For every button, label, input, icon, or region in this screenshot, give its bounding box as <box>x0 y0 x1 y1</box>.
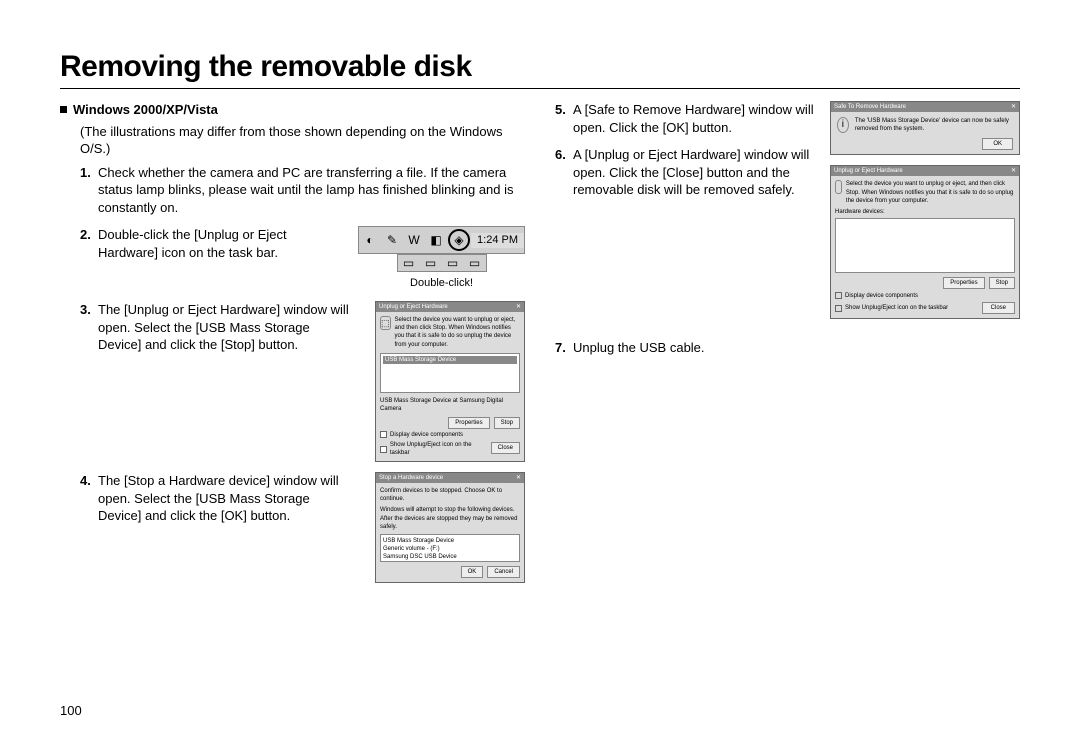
close-icon: ✕ <box>1011 167 1016 175</box>
step-2-row: 2. Double-click the [Unplug or Eject Har… <box>60 226 525 291</box>
step-number: 5. <box>555 101 573 136</box>
tray-icon: W <box>404 230 424 250</box>
tray-icon: ◧ <box>426 230 446 250</box>
close-icon: ✕ <box>516 303 521 311</box>
dialog-titlebar: Unplug or Eject Hardware ✕ <box>831 166 1019 176</box>
tray-icon: ▭ <box>399 253 419 273</box>
step-text: Check whether the camera and PC are tran… <box>98 164 525 217</box>
stop-button: Stop <box>989 277 1015 289</box>
tray-icon: ✎ <box>382 230 402 250</box>
tray-icon: ▭ <box>465 253 485 273</box>
dialog-title: Unplug or Eject Hardware <box>379 303 448 311</box>
step-1: 1. Check whether the camera and PC are t… <box>60 164 525 217</box>
info-icon: i <box>837 117 849 133</box>
close-button: Close <box>982 302 1015 314</box>
list-item: Samsung DSC USB Device <box>383 553 517 561</box>
close-button: Close <box>491 442 520 454</box>
page-title: Removing the removable disk <box>60 50 1020 89</box>
dialog-message-2: Windows will attempt to stop the followi… <box>380 506 520 530</box>
step-number: 1. <box>80 164 98 217</box>
stop-device-dialog: Stop a Hardware device ✕ Confirm devices… <box>375 472 525 583</box>
device-list <box>835 218 1015 273</box>
dialog-title: Safe To Remove Hardware <box>834 103 906 111</box>
dialog-title: Unplug or Eject Hardware <box>834 167 903 175</box>
dialog-titlebar: Unplug or Eject Hardware ✕ <box>376 302 524 312</box>
step-number: 4. <box>80 472 98 525</box>
dialog-message: Select the device you want to unplug or … <box>395 316 520 348</box>
right-column: 5. A [Safe to Remove Hardware] window wi… <box>555 101 1020 593</box>
cancel-button: Cancel <box>487 566 520 578</box>
taskbar-time: 1:24 PM <box>471 233 524 248</box>
page-number: 100 <box>60 703 82 718</box>
stop-button: Stop <box>494 417 520 429</box>
step-number: 6. <box>555 146 573 199</box>
intro-note: (The illustrations may differ from those… <box>60 123 525 158</box>
step-number: 2. <box>80 226 98 261</box>
device-description: USB Mass Storage Device at Samsung Digit… <box>380 397 520 413</box>
square-bullet-icon <box>60 106 67 113</box>
list-item: USB Mass Storage Device <box>383 537 517 545</box>
device-list: USB Mass Storage Device Generic volume -… <box>380 534 520 562</box>
content-columns: Windows 2000/XP/Vista (The illustrations… <box>60 101 1020 593</box>
hardware-label: Hardware devices: <box>835 208 1015 216</box>
checkbox-label: Display device components <box>390 431 463 439</box>
checkbox-label: Show Unplug/Eject icon on the taskbar <box>390 441 491 457</box>
subheading-text: Windows 2000/XP/Vista <box>73 102 218 117</box>
close-icon: ✕ <box>516 474 521 482</box>
ok-button: OK <box>982 138 1013 150</box>
list-item: USB Mass Storage Device <box>383 356 517 364</box>
tray-icon: ▭ <box>443 253 463 273</box>
steps-5-6-row: 5. A [Safe to Remove Hardware] window wi… <box>555 101 1020 319</box>
properties-button: Properties <box>448 417 489 429</box>
checkbox-icon <box>380 431 387 438</box>
dialog-titlebar: Stop a Hardware device ✕ <box>376 473 524 483</box>
dialog-titlebar: Safe To Remove Hardware ✕ <box>831 102 1019 112</box>
tray-icon: ▭ <box>421 253 441 273</box>
safe-remove-dialog: Safe To Remove Hardware ✕ i The 'USB Mas… <box>830 101 1020 155</box>
hardware-icon <box>835 180 842 194</box>
step-number: 7. <box>555 339 573 357</box>
checkbox-icon <box>380 446 387 453</box>
taskbar-lower: ▭ ▭ ▭ ▭ <box>397 254 487 272</box>
ok-button: OK <box>461 566 484 578</box>
unplug-dialog: Unplug or Eject Hardware ✕ ⬚ Select the … <box>375 301 525 462</box>
step-4-row: 4. The [Stop a Hardware device] window w… <box>60 472 525 583</box>
device-list: USB Mass Storage Device <box>380 353 520 393</box>
list-item: Generic volume - (F:) <box>383 545 517 553</box>
checkbox-icon <box>835 292 842 299</box>
step-5: 5. A [Safe to Remove Hardware] window wi… <box>555 101 820 136</box>
checkbox-icon <box>835 305 842 312</box>
subheading: Windows 2000/XP/Vista <box>60 101 525 119</box>
dialog-message: The 'USB Mass Storage Device' device can… <box>855 117 1013 133</box>
left-column: Windows 2000/XP/Vista (The illustrations… <box>60 101 525 593</box>
right-figures: Safe To Remove Hardware ✕ i The 'USB Mas… <box>830 101 1020 319</box>
dialog-title: Stop a Hardware device <box>379 474 443 482</box>
step-text: Double-click the [Unplug or Eject Hardwa… <box>98 226 348 261</box>
step-text: A [Safe to Remove Hardware] window will … <box>573 101 820 136</box>
step-3-row: 3. The [Unplug or Eject Hardware] window… <box>60 301 525 462</box>
step-text: The [Stop a Hardware device] window will… <box>98 472 355 525</box>
unplug-dialog-2: Unplug or Eject Hardware ✕ Select the de… <box>830 165 1020 319</box>
properties-button: Properties <box>943 277 984 289</box>
step-6: 6. A [Unplug or Eject Hardware] window w… <box>555 146 820 199</box>
tray-icon: ◐ <box>360 230 380 250</box>
close-icon: ✕ <box>1011 103 1016 111</box>
step-number: 3. <box>80 301 98 354</box>
figure-caption: Double-click! <box>410 276 473 291</box>
step-7: 7. Unplug the USB cable. <box>555 339 1020 357</box>
dialog-message: Select the device you want to unplug or … <box>846 180 1015 204</box>
checkbox-label: Display device components <box>845 292 918 300</box>
step-text: The [Unplug or Eject Hardware] window wi… <box>98 301 355 354</box>
checkbox-label: Show Unplug/Eject icon on the taskbar <box>845 304 948 312</box>
taskbar-figure: ◐ ✎ W ◧ ◈ 1:24 PM ▭ ▭ ▭ ▭ Double-click! <box>358 226 525 291</box>
hardware-icon: ⬚ <box>380 316 391 330</box>
step-text: A [Unplug or Eject Hardware] window will… <box>573 146 820 199</box>
dialog-message: Confirm devices to be stopped. Choose OK… <box>380 487 520 503</box>
step-text: Unplug the USB cable. <box>573 339 1020 357</box>
eject-hardware-icon: ◈ <box>448 229 470 251</box>
taskbar: ◐ ✎ W ◧ ◈ 1:24 PM <box>358 226 525 254</box>
